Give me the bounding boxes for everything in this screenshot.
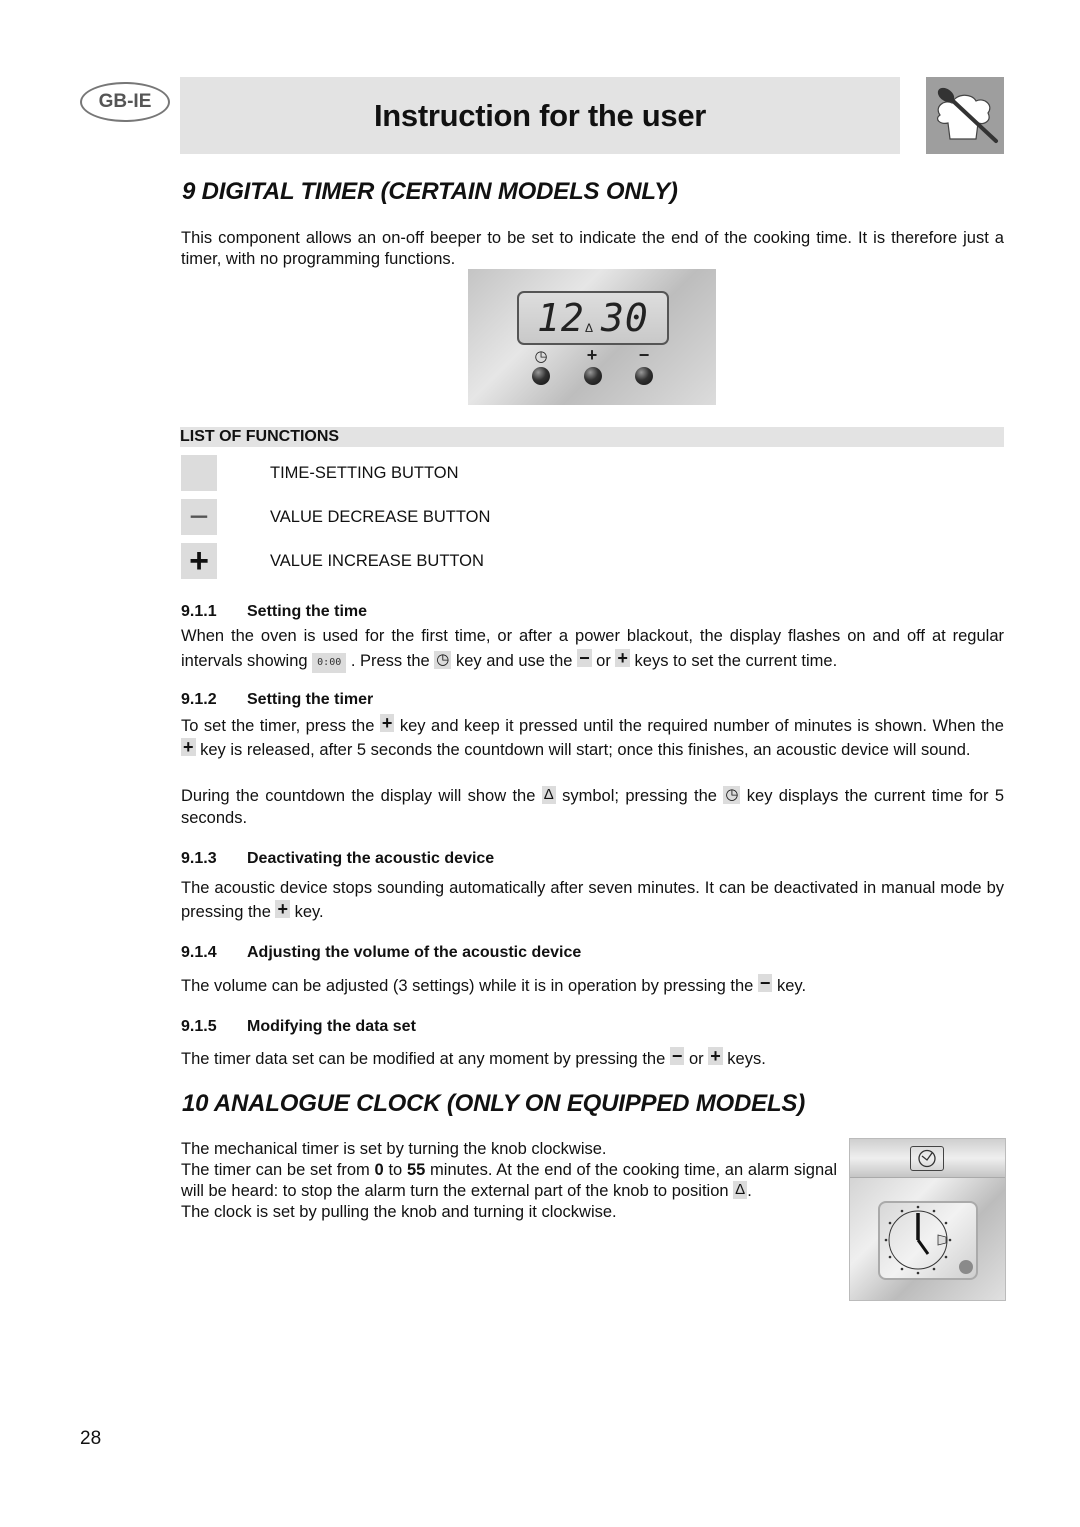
bell-key-icon: Δ [733,1181,748,1199]
time-setting-knob[interactable] [532,367,550,385]
value-decrease-icon: − [181,499,217,535]
subsection-text: During the countdown the display will sh… [181,786,1004,827]
minus-icon: − [638,345,650,365]
decrease-knob[interactable] [635,367,653,385]
page-number: 28 [80,1428,102,1449]
subsection-text: The timer data set can be modified at an… [181,1046,766,1068]
timer-display: 12 Δ 30 [517,291,669,345]
plus-key-icon: + [708,1046,723,1066]
plus-key-icon: + [181,737,196,757]
section-9-intro: This component allows an on-off beeper t… [181,229,1004,268]
subsection-text: When the oven is used for the first time… [181,624,1004,674]
bell-icon: Δ [585,321,594,335]
header-bar: Instruction for the user [180,77,900,154]
minus-key-icon: − [577,648,592,668]
plus-key-icon: + [379,713,395,733]
chef-hat-spoon-icon [926,77,1004,154]
minus-key-icon: − [757,973,773,993]
section-10-text: The mechanical timer is set by turning t… [181,1140,838,1221]
display-hours: 12 [537,296,585,340]
page-title: Instruction for the user [373,97,707,133]
subsection-text: To set the timer, press the + key and ke… [181,713,1004,759]
plus-key-icon: + [615,648,630,668]
plus-icon: + [586,345,598,365]
display-value-badge: 0:00 [312,653,347,673]
display-minutes: 30 [601,296,649,340]
time-setting-icon [181,455,217,491]
subsection-heading: 9.1.4 Adjusting the volume of the acousti… [181,944,582,961]
analogue-clock-image [849,1138,1006,1301]
clock-key-icon: ◷ [434,651,452,669]
minus-key-icon: − [669,1046,685,1066]
function-label: TIME-SETTING BUTTON [270,464,459,482]
list-of-functions-heading: LIST OF FUNCTIONS [180,427,1004,447]
value-increase-icon: + [181,543,217,579]
subsection-heading: 9.1.5 Modifying the data set [181,1018,416,1035]
plus-key-icon: + [275,899,290,919]
function-label: VALUE DECREASE BUTTON [270,508,491,526]
subsection-heading: 9.1.1 Setting the time [181,603,368,620]
subsection-text: The volume can be adjusted (3 settings) … [181,973,807,995]
clock-key-icon: ◷ [723,786,741,804]
section-10-heading: 10 ANALOGUE CLOCK (ONLY ON EQUIPPED MODE… [182,1090,806,1117]
clock-icon: ◷ [534,348,548,365]
clock-symbol-icon [910,1146,944,1171]
subsection-heading: 9.1.3 Deactivating the acoustic device [181,850,495,867]
bell-key-icon: Δ [541,786,556,804]
digital-timer-panel-image: 12 Δ 30 ◷ + − [468,269,716,405]
function-label: VALUE INCREASE BUTTON [270,552,484,570]
clock-face [878,1201,978,1280]
section-9-heading: 9 DIGITAL TIMER (CERTAIN MODELS ONLY) [182,178,678,205]
increase-knob[interactable] [584,367,602,385]
subsection-heading: 9.1.2 Setting the timer [181,691,374,708]
subsection-text: The acoustic device stops sounding autom… [181,879,1004,921]
language-badge: GB-IE [80,82,170,122]
